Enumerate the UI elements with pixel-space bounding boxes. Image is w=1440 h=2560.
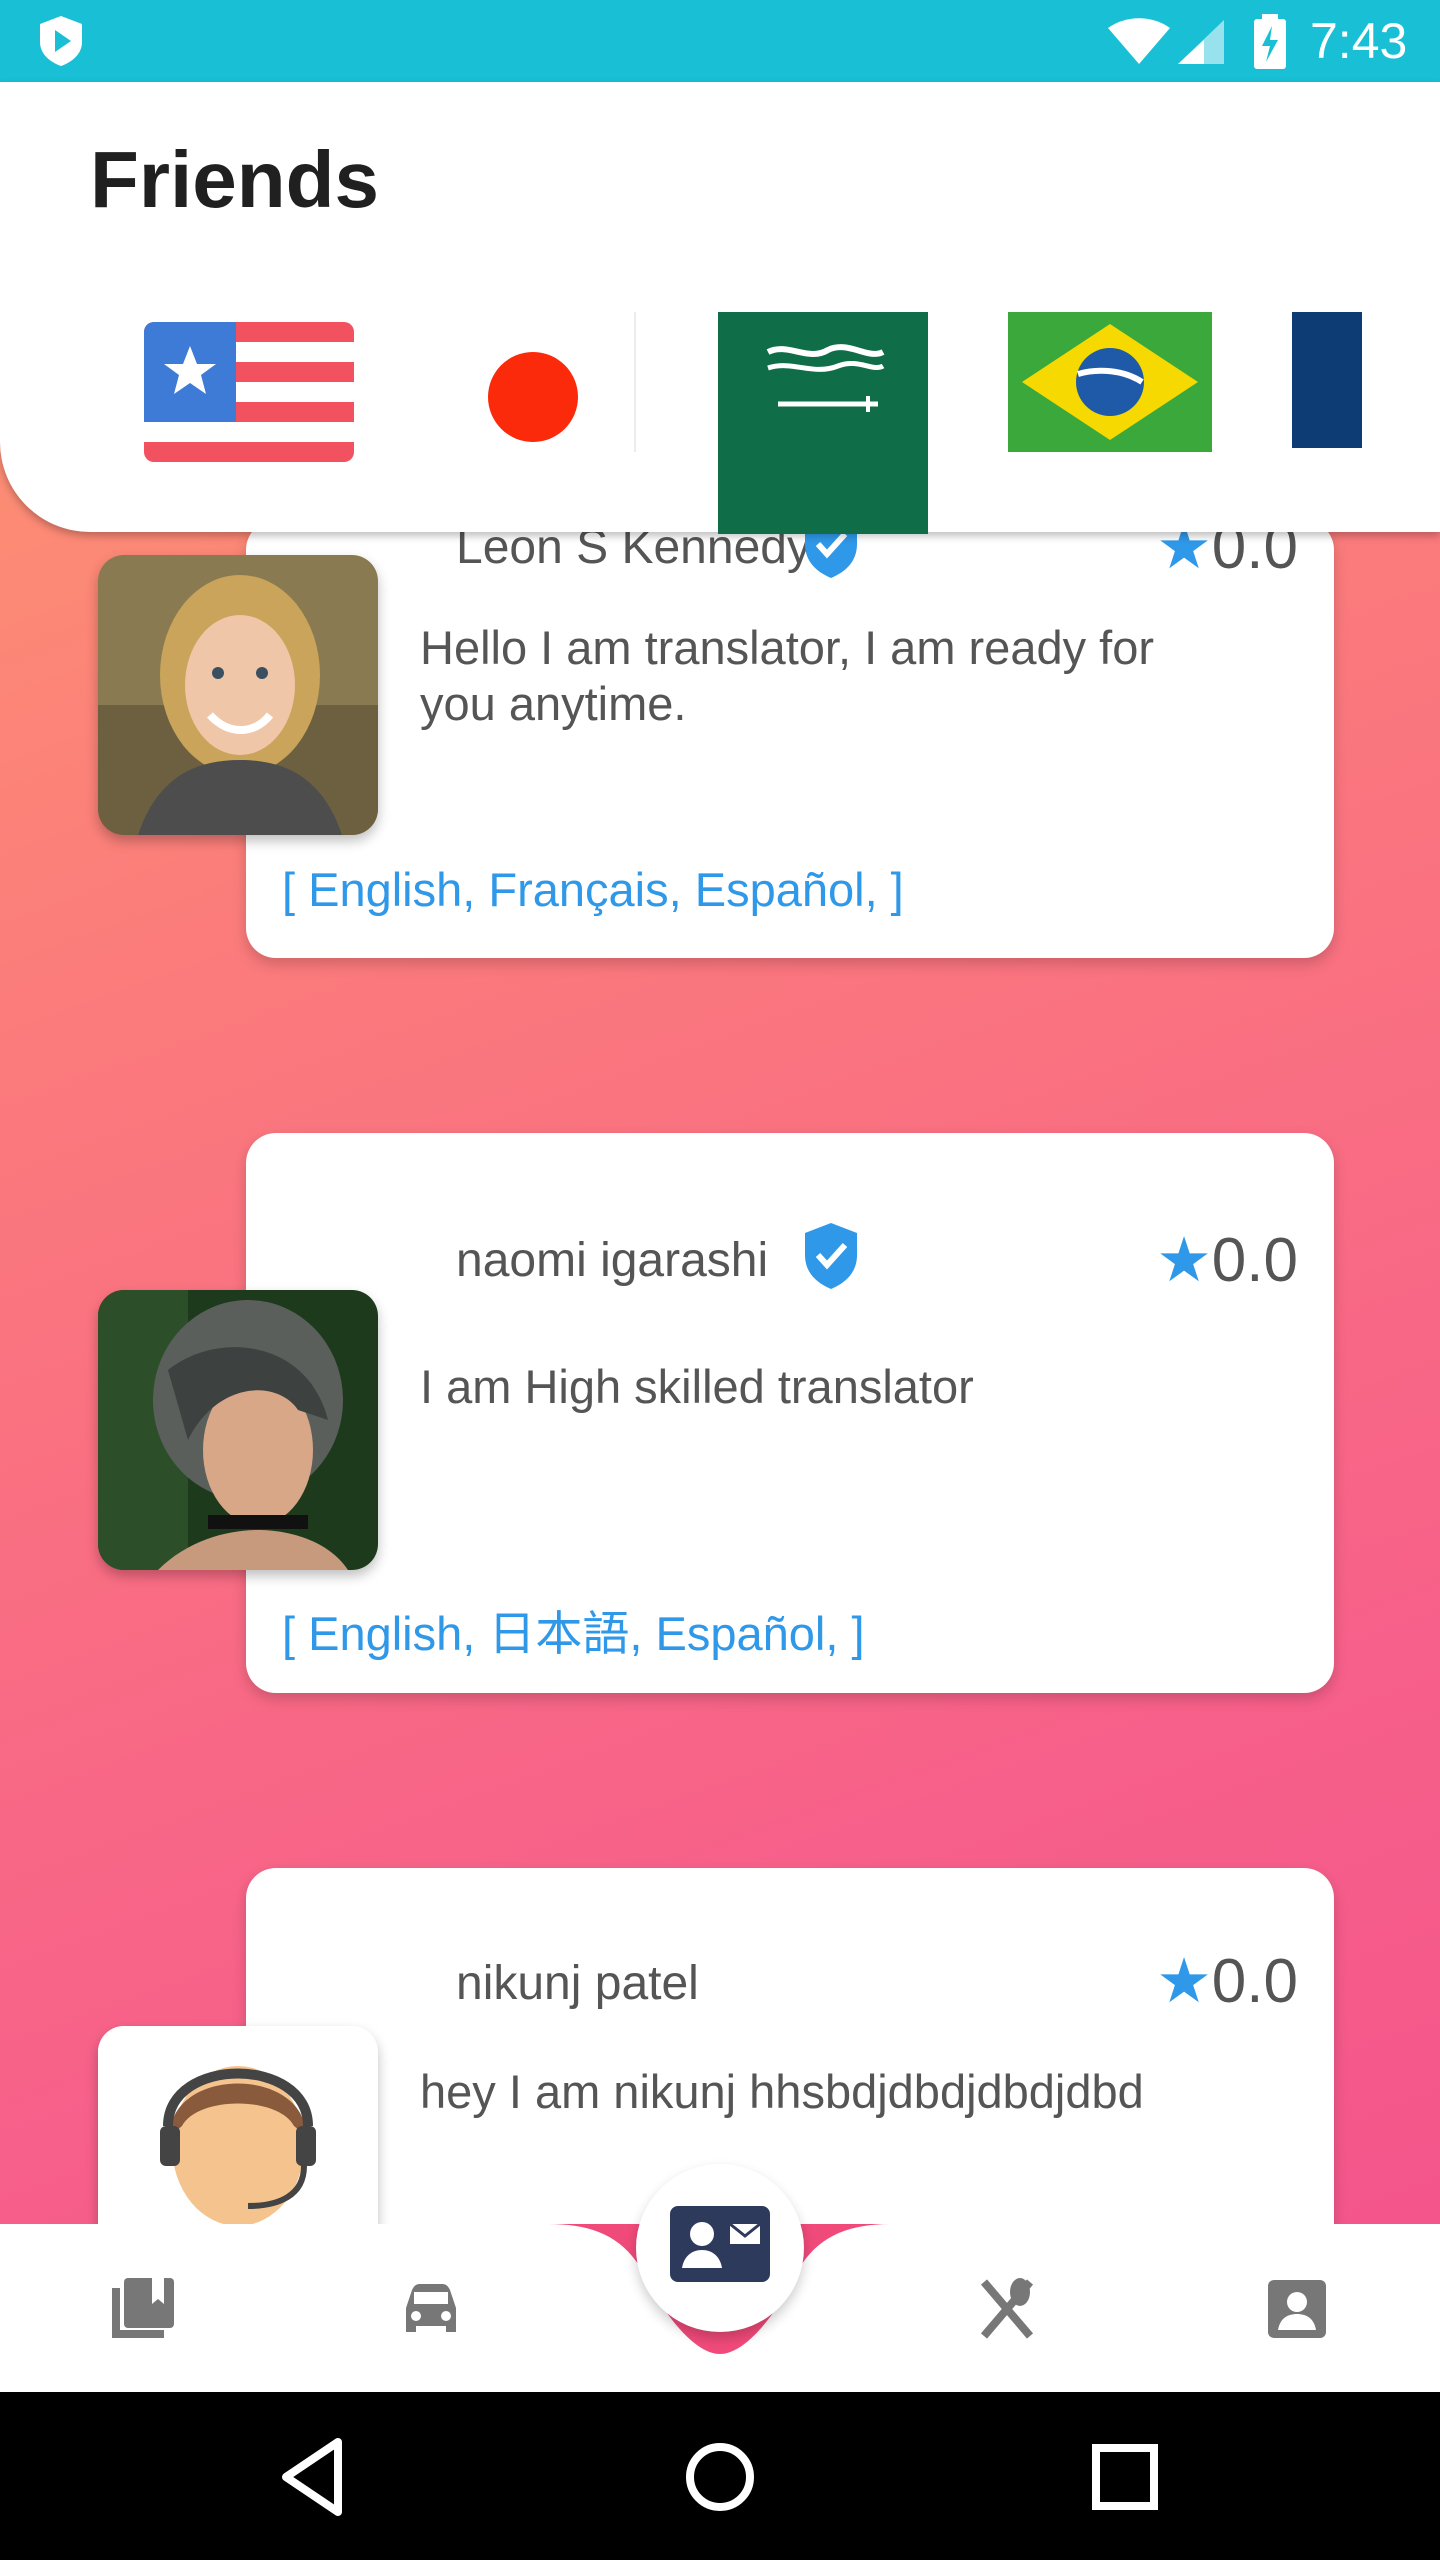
contact-card-button[interactable] xyxy=(636,2164,804,2332)
translator-card[interactable]: naomi igarashi ★0.0 I am High skilled tr… xyxy=(246,1133,1334,1693)
translator-bio: hey I am nikunj hhsbdjdbdjdbdjdbd xyxy=(420,2065,1144,2118)
rating-value: 0.0 xyxy=(1211,1226,1298,1295)
translator-card[interactable]: Leon S Kennedy ★0.0 Hello I am translato… xyxy=(246,512,1334,958)
battery-charging-icon xyxy=(1254,14,1286,69)
app-shield-icon xyxy=(40,16,82,66)
car-icon[interactable] xyxy=(396,2274,466,2344)
profile-icon[interactable] xyxy=(1262,2274,1332,2344)
star-icon: ★ xyxy=(1156,1947,1212,2016)
page-title: Friends xyxy=(90,135,379,224)
translator-bio: Hello I am translator, I am ready for yo… xyxy=(420,621,1155,730)
avatar[interactable] xyxy=(98,555,378,835)
library-icon[interactable] xyxy=(108,2274,178,2344)
system-navigation-bar xyxy=(0,2392,1440,2560)
translator-bio: I am High skilled translator xyxy=(420,1360,974,1413)
rating-value: 0.0 xyxy=(1211,1947,1298,2016)
cell-signal-icon xyxy=(1178,20,1224,64)
wifi-icon xyxy=(1108,18,1170,64)
status-bar: 7:43 xyxy=(0,0,1440,82)
rating: ★0.0 xyxy=(1156,1944,1298,2017)
home-icon[interactable] xyxy=(675,2432,765,2522)
flag-strip-extra xyxy=(0,312,1440,462)
clock: 7:43 xyxy=(1310,13,1408,69)
language-list: [ English, 日本語, Español, ] xyxy=(282,1607,865,1660)
contact-card-icon xyxy=(670,2206,770,2282)
saudi-arabia-flag-visual xyxy=(718,312,928,452)
brazil-flag[interactable] xyxy=(1008,312,1212,452)
translator-name: nikunj patel xyxy=(456,1957,699,2010)
language-list: [ English, Français, Español, ] xyxy=(282,863,904,916)
star-icon: ★ xyxy=(1156,1226,1212,1295)
verified-badge-icon xyxy=(805,1223,857,1289)
recents-icon[interactable] xyxy=(1080,2432,1170,2522)
avatar[interactable] xyxy=(98,1290,378,1570)
restaurant-icon[interactable] xyxy=(972,2274,1042,2344)
translator-name: naomi igarashi xyxy=(456,1234,769,1287)
header: Friends xyxy=(0,82,1440,534)
rating: ★0.0 xyxy=(1156,1223,1298,1296)
back-icon[interactable] xyxy=(270,2432,360,2522)
france-flag[interactable] xyxy=(1292,312,1362,448)
